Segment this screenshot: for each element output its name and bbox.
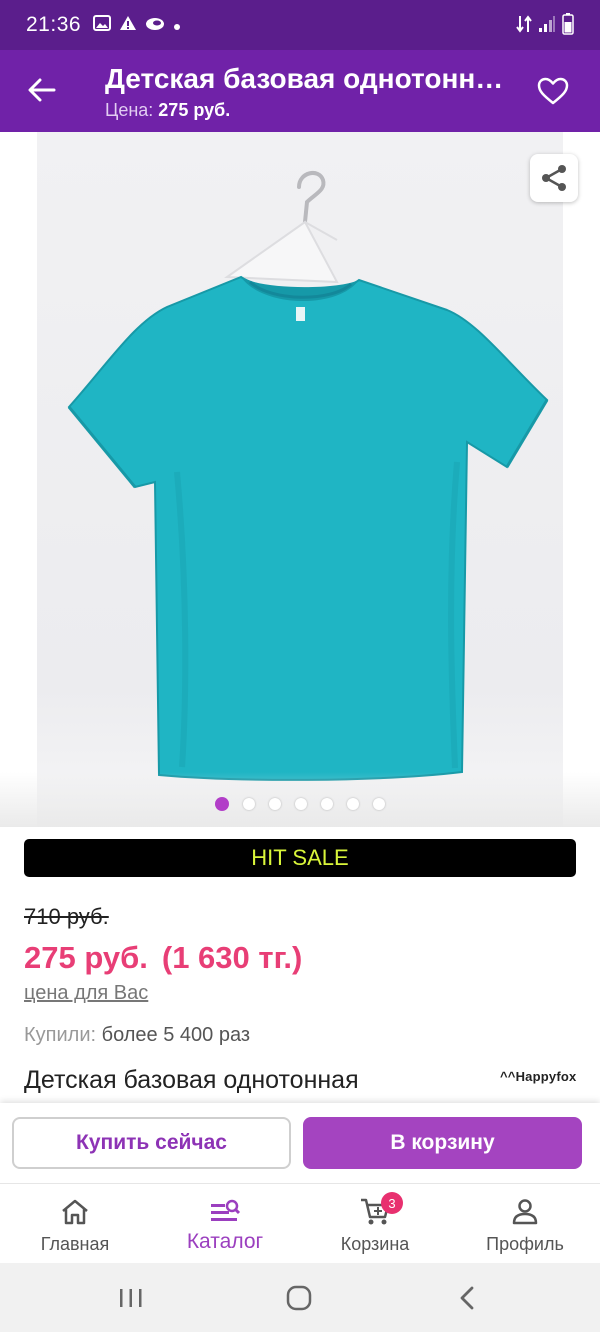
old-price: 710 руб.	[24, 904, 109, 929]
dot-icon	[173, 15, 181, 36]
nav-item-profile[interactable]: Профиль	[450, 1184, 600, 1264]
page-subtitle: Цена: 275 руб.	[105, 98, 505, 122]
back-button[interactable]	[22, 70, 62, 110]
nav-item-catalog[interactable]: Каталог	[150, 1184, 300, 1264]
heart-icon	[537, 77, 569, 105]
product-photo[interactable]	[37, 132, 563, 827]
product-gallery[interactable]	[0, 132, 600, 827]
gallery-dot[interactable]	[269, 798, 281, 810]
cloud-icon	[145, 15, 165, 36]
status-system-icons	[516, 12, 574, 38]
profile-icon	[511, 1194, 539, 1230]
nav-label-cart: Корзина	[340, 1234, 410, 1254]
gallery-dot[interactable]	[347, 798, 359, 810]
gallery-pagination	[0, 797, 600, 811]
home-icon	[60, 1194, 90, 1230]
recent-apps-button[interactable]	[114, 1281, 148, 1315]
recent-apps-icon	[120, 1289, 142, 1307]
buy-now-button[interactable]: Купить сейчас	[12, 1117, 291, 1169]
alert-icon	[119, 15, 137, 36]
share-button[interactable]	[530, 154, 578, 202]
action-bar: Купить сейчас В корзину	[0, 1103, 600, 1183]
current-price-alt: (1 630 тг.)	[161, 940, 303, 975]
subtitle-price-label: Цена:	[105, 100, 154, 120]
status-notification-icons	[93, 14, 181, 36]
tshirt-image	[67, 170, 549, 781]
catalog-search-icon	[209, 1194, 241, 1230]
favorite-button[interactable]	[532, 70, 574, 112]
bought-count: Купили: более 5 400 раз	[24, 1024, 250, 1047]
back-system-button[interactable]	[450, 1281, 484, 1315]
brand-logo[interactable]: ^^Happyfox	[500, 1069, 576, 1084]
bought-label: Купили:	[24, 1024, 97, 1046]
share-icon	[542, 165, 566, 191]
signal-icon	[538, 15, 556, 36]
gallery-dot[interactable]	[295, 798, 307, 810]
status-bar: 21:36	[0, 0, 600, 50]
home-circle-icon	[286, 1285, 312, 1311]
subtitle-price-value: 275 руб.	[158, 100, 231, 120]
nav-label-home: Главная	[40, 1234, 110, 1254]
gallery-dot[interactable]	[243, 798, 255, 810]
cart-badge: 3	[381, 1192, 403, 1214]
add-to-cart-button[interactable]: В корзину	[303, 1117, 582, 1169]
nav-item-home[interactable]: Главная	[0, 1184, 150, 1264]
gallery-dot[interactable]	[321, 798, 333, 810]
bought-value: более 5 400 раз	[101, 1024, 251, 1046]
home-system-button[interactable]	[282, 1281, 316, 1315]
gallery-dot-active[interactable]	[215, 797, 229, 811]
battery-icon	[562, 12, 574, 38]
price-row: 275 руб. (1 630 тг.)	[24, 940, 302, 976]
app-bar: Детская базовая однотонная футболка Цена…	[0, 50, 600, 132]
page-title: Детская базовая однотонная футболка	[105, 63, 505, 94]
hit-sale-banner: HIT SALE	[24, 839, 576, 877]
price-note-link[interactable]: цена для Вас	[24, 982, 148, 1005]
product-screen: 21:36 Детская базовая однотонная Цена: 2…	[0, 0, 600, 1332]
gallery-dot[interactable]	[373, 798, 385, 810]
data-arrows-icon	[516, 14, 532, 37]
arrow-left-icon	[28, 78, 56, 102]
title-block: Детская базовая однотонная футболка Цена…	[105, 62, 505, 122]
system-navigation-bar	[0, 1263, 600, 1332]
status-time: 21:36	[26, 13, 82, 36]
back-chevron-icon	[460, 1286, 474, 1310]
nav-item-cart[interactable]: Корзина	[300, 1184, 450, 1264]
nav-label-catalog: Каталог	[186, 1230, 264, 1253]
gallery-icon	[93, 14, 112, 36]
nav-label-profile: Профиль	[486, 1234, 564, 1254]
bottom-nav: Главная Каталог Корзина Профиль 3	[0, 1183, 600, 1263]
product-name: Детская базовая однотонная	[24, 1066, 359, 1094]
current-price: 275 руб.	[24, 940, 148, 975]
